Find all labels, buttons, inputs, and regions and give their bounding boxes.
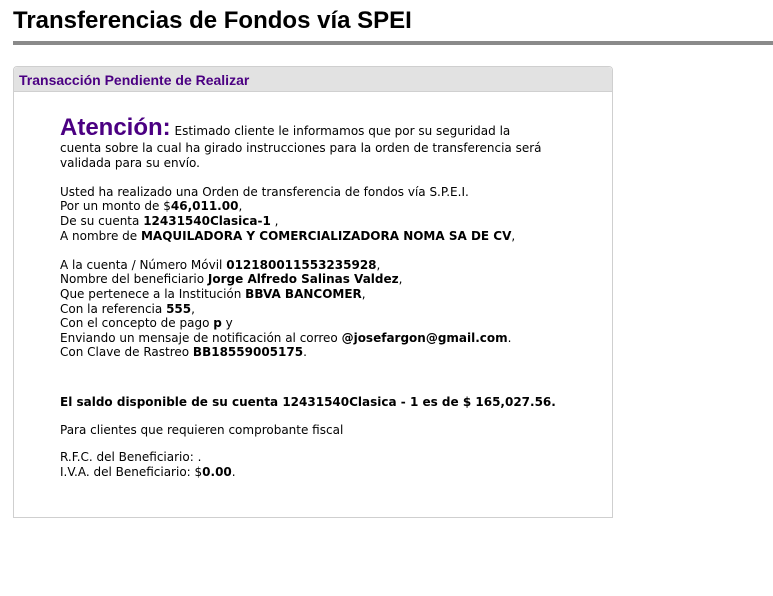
- concept-line: Con el concepto de pago p y: [60, 316, 233, 331]
- institution-line: Que pertenece a la Institución BBVA BANC…: [60, 286, 366, 301]
- amount-value: 46,011.00: [170, 199, 239, 214]
- destination-account-line: A la cuenta / Número Móvil 0121800115532…: [60, 257, 381, 272]
- tracking-value: BB18559005175: [192, 345, 304, 360]
- rfc-line: R.F.C. del Beneficiario: .: [60, 450, 202, 465]
- iva-line: I.V.A. del Beneficiario: $0.00.: [60, 464, 236, 479]
- tracking-line: Con Clave de Rastreo BB18559005175.: [60, 345, 307, 360]
- source-account-value: 12431540Clasica-1: [143, 213, 271, 228]
- attention-text-2: cuenta sobre la cual ha girado instrucci…: [60, 141, 542, 155]
- reference-line: Con la referencia 555,: [60, 301, 195, 316]
- holder-value: MAQUILADORA Y COMERCIALIZADORA NOMA SA D…: [140, 228, 512, 243]
- attention-text-3: validada para su envío.: [60, 155, 200, 170]
- concept-value: p: [213, 316, 222, 331]
- order-intro: Usted ha realizado una Orden de transfer…: [60, 184, 469, 199]
- holder-line: A nombre de MAQUILADORA Y COMERCIALIZADO…: [60, 228, 516, 243]
- destination-account-value: 012180011553235928: [226, 257, 377, 272]
- fiscal-note: Para clientes que requieren comprobante …: [60, 422, 344, 437]
- panel-title: Transacción Pendiente de Realizar: [19, 72, 250, 88]
- panel-header: Transacción Pendiente de Realizar: [14, 67, 612, 92]
- beneficiary-line: Nombre del beneficiario Jorge Alfredo Sa…: [60, 272, 403, 287]
- attention-line-1: Atención: Estimado cliente le informamos…: [60, 115, 580, 141]
- title-divider: [13, 41, 773, 45]
- page-title: Transferencias de Fondos vía SPEI: [13, 7, 412, 34]
- institution-value: BBVA BANCOMER: [245, 286, 362, 301]
- beneficiary-value: Jorge Alfredo Salinas Valdez: [207, 272, 399, 287]
- source-account-line: De su cuenta 12431540Clasica-1 ,: [60, 213, 279, 228]
- email-line: Enviando un mensaje de notificación al c…: [60, 330, 512, 345]
- panel-content: Atención: Estimado cliente le informamos…: [60, 115, 580, 479]
- pending-transaction-panel: Transacción Pendiente de Realizar Atenci…: [13, 66, 613, 518]
- balance-line: El saldo disponible de su cuenta 1243154…: [60, 395, 556, 410]
- amount-line: Por un monto de $46,011.00,: [60, 199, 243, 214]
- attention-label: Atención:: [60, 114, 171, 141]
- attention-text-1: Estimado cliente le informamos que por s…: [174, 124, 511, 138]
- iva-value: 0.00: [202, 464, 232, 479]
- reference-value: 555: [166, 301, 192, 316]
- email-value: @josefargon@gmail.com: [341, 330, 508, 345]
